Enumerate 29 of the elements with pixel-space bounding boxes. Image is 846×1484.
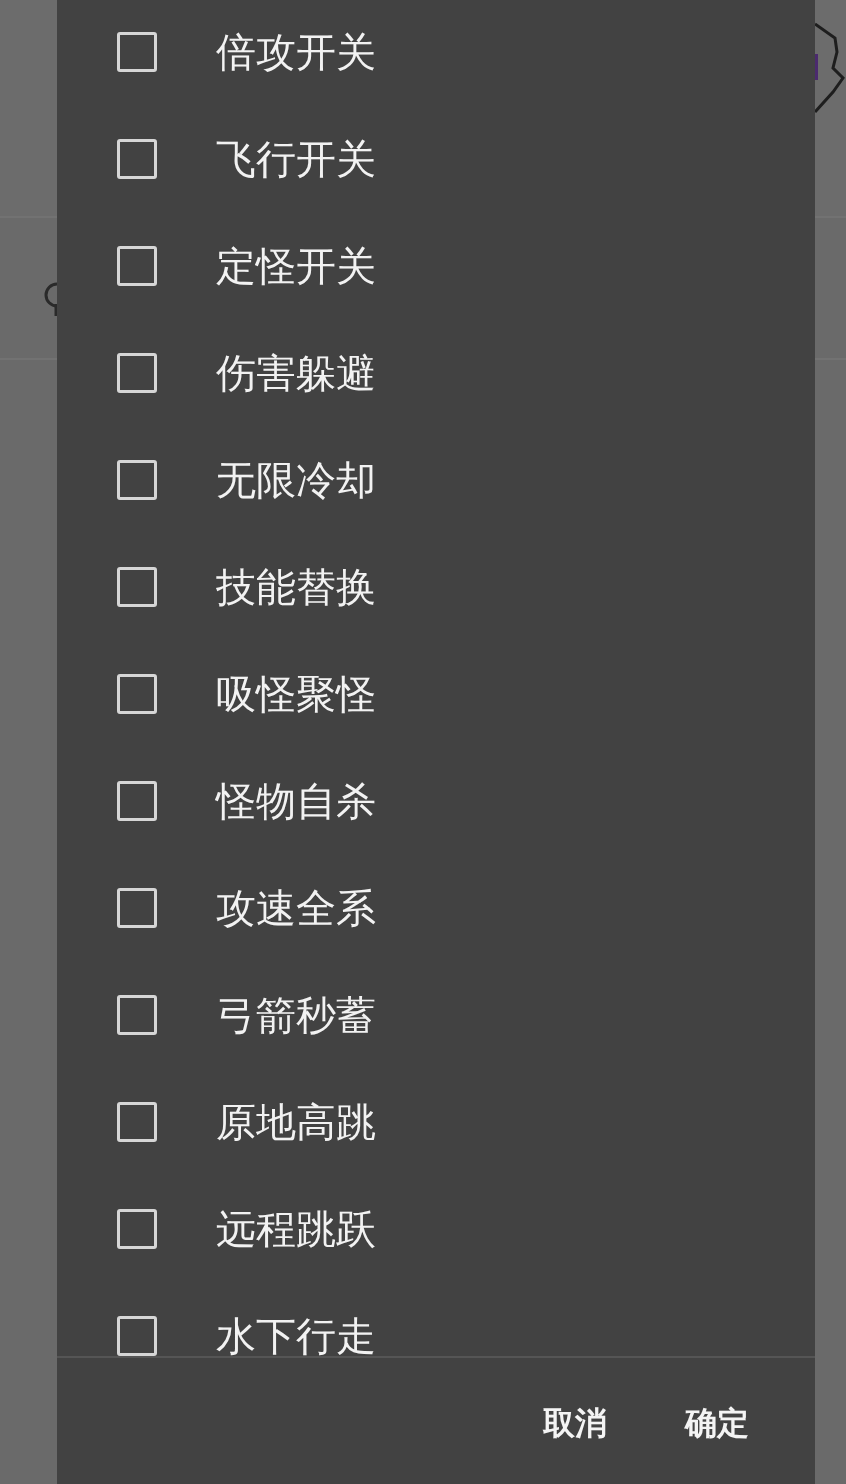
- checkbox[interactable]: [117, 1208, 157, 1249]
- checkbox[interactable]: [117, 245, 157, 286]
- option-label[interactable]: 怪物自杀: [216, 776, 376, 825]
- checkbox[interactable]: [117, 352, 157, 393]
- option-label[interactable]: 弓箭秒蓄: [216, 990, 376, 1039]
- checkbox[interactable]: [117, 887, 157, 928]
- checkbox[interactable]: [117, 566, 157, 607]
- checkbox[interactable]: [117, 1315, 157, 1356]
- checkbox[interactable]: [117, 31, 157, 72]
- option-label[interactable]: 原地高跳: [216, 1097, 376, 1146]
- cancel-button[interactable]: 取消: [527, 1391, 623, 1455]
- option-label[interactable]: 飞行开关: [216, 134, 376, 183]
- checkbox[interactable]: [117, 138, 157, 179]
- checkbox[interactable]: [117, 994, 157, 1035]
- logo-icon: [815, 20, 846, 115]
- checkbox[interactable]: [117, 459, 157, 500]
- confirm-button[interactable]: 确定: [669, 1391, 765, 1455]
- checkbox[interactable]: [117, 1101, 157, 1142]
- option-label[interactable]: 无限冷却: [216, 455, 376, 504]
- option-label[interactable]: 远程跳跃: [216, 1204, 376, 1253]
- checkbox[interactable]: [117, 673, 157, 714]
- option-label[interactable]: 伤害躲避: [216, 348, 376, 397]
- option-label[interactable]: 技能替换: [216, 562, 376, 611]
- option-label[interactable]: 定怪开关: [216, 241, 376, 290]
- option-label[interactable]: 吸怪聚怪: [216, 669, 376, 718]
- option-label[interactable]: 攻速全系: [216, 883, 376, 932]
- checkbox[interactable]: [117, 780, 157, 821]
- option-label[interactable]: 水下行走: [216, 1311, 376, 1356]
- option-label[interactable]: 倍攻开关: [216, 27, 376, 76]
